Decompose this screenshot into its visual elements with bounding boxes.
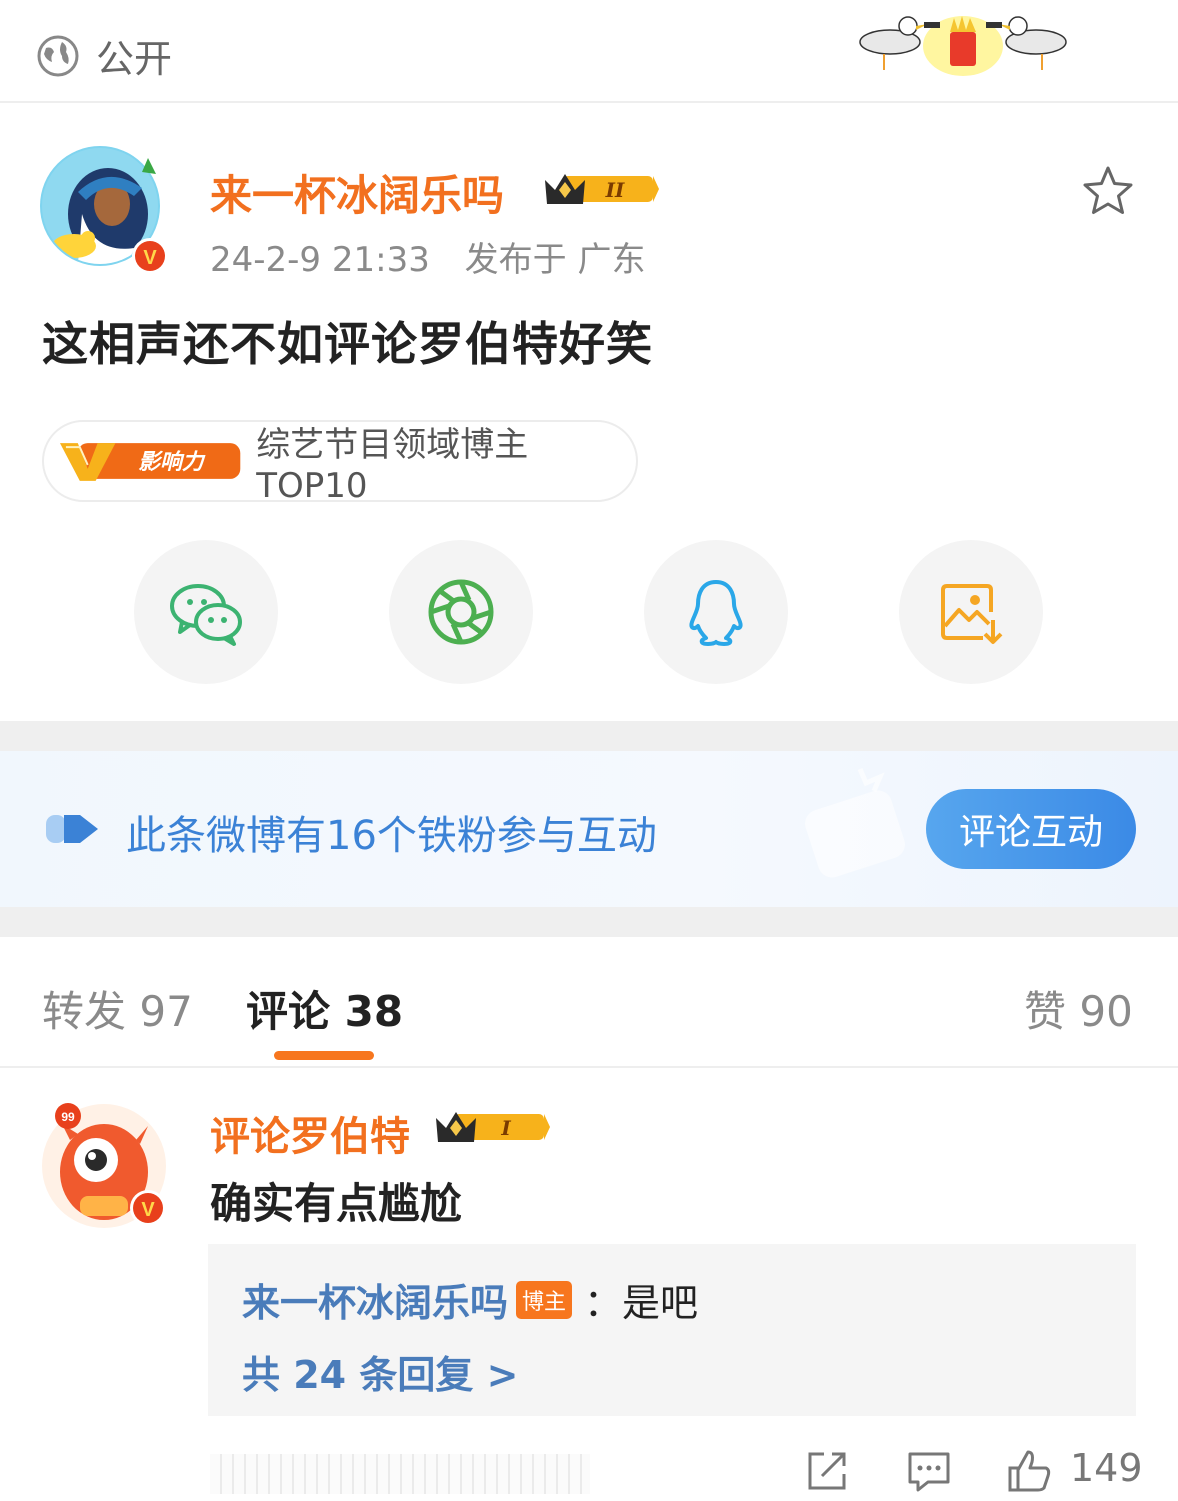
save-image-button[interactable] xyxy=(899,540,1043,684)
tab-comments[interactable]: 评论 38 xyxy=(246,978,403,1039)
comment-level-badge-text: I xyxy=(500,1116,511,1140)
obscured-text xyxy=(210,1454,590,1494)
save-image-icon xyxy=(941,584,1003,644)
post-meta: 24-2-9 21:33 发布于 广东 xyxy=(210,232,645,281)
influence-tag[interactable]: 影响力 综艺节目领域博主TOP10 xyxy=(42,420,638,506)
visibility-setting[interactable]: 公开 xyxy=(36,28,172,83)
tab-active-indicator xyxy=(274,1051,374,1060)
comment-avatar[interactable]: 99 V xyxy=(40,1100,172,1232)
avatar[interactable]: V xyxy=(38,144,170,276)
weibo-watermark-icon xyxy=(805,768,905,878)
influence-badge-text: 影响力 xyxy=(138,450,206,475)
view-replies-link[interactable]: 共 24 条回复 > xyxy=(242,1344,518,1399)
wechat-icon xyxy=(170,584,242,646)
globe-icon xyxy=(37,35,79,76)
share-wechat-button[interactable] xyxy=(134,540,278,684)
comment-text: 确实有点尴尬 xyxy=(210,1179,463,1228)
post-timestamp: 24-2-9 21:33 xyxy=(210,240,430,280)
section-divider xyxy=(0,721,1178,751)
avatar-badge-text: 99 xyxy=(61,1110,75,1124)
reply-line: 来一杯冰阔乐吗 博主 ：是吧 xyxy=(242,1272,698,1327)
influence-badge-icon: 影响力 xyxy=(59,443,241,481)
post-username[interactable]: 来一杯冰阔乐吗 xyxy=(210,162,504,223)
post-card: V 来一杯冰阔乐吗 II 24-2-9 21:33 发布于 广东 这相声还不如评… xyxy=(0,104,1178,722)
reply-preview[interactable]: 来一杯冰阔乐吗 博主 ：是吧 共 24 条回复 > xyxy=(208,1244,1136,1416)
comment-interact-button[interactable]: 评论互动 xyxy=(926,789,1136,869)
share-row xyxy=(0,540,1178,690)
moments-icon xyxy=(428,579,494,645)
star-icon[interactable] xyxy=(1080,164,1136,218)
crown-level-badge-icon: I xyxy=(436,1112,550,1142)
reply-text: ：是吧 xyxy=(584,1281,699,1325)
comment-icon[interactable] xyxy=(906,1448,952,1494)
level-badge-text: II xyxy=(605,178,625,202)
visibility-label: 公开 xyxy=(96,37,173,81)
like-count: 149 xyxy=(1070,1446,1143,1490)
tab-likes[interactable]: 赞 90 xyxy=(1024,978,1133,1039)
share-moments-button[interactable] xyxy=(389,540,533,684)
tab-reposts[interactable]: 转发 97 xyxy=(42,978,193,1039)
like-icon[interactable] xyxy=(1006,1448,1052,1494)
section-divider xyxy=(0,907,1178,937)
repost-icon[interactable] xyxy=(804,1448,850,1494)
qq-icon xyxy=(689,580,743,646)
top-bar: 公开 xyxy=(0,0,1178,103)
tab-bar: 转发 97 评论 38 赞 90 xyxy=(0,938,1178,1068)
svg-text:V: V xyxy=(141,1199,155,1221)
comment-action-bar: 149 xyxy=(0,1436,1178,1501)
share-qq-button[interactable] xyxy=(644,540,788,684)
comment-username[interactable]: 评论罗伯特 xyxy=(210,1104,410,1162)
post-location: 发布于 广东 xyxy=(464,240,646,280)
svg-text:V: V xyxy=(143,247,157,269)
post-text: 这相声还不如评论罗伯特好笑 xyxy=(42,317,653,371)
fans-interaction-banner: 此条微博有16个铁粉参与互动 评论互动 xyxy=(0,751,1178,907)
influence-label: 综艺节目领域博主TOP10 xyxy=(256,424,529,506)
author-tag: 博主 xyxy=(516,1280,573,1319)
crown-level-badge-icon: II xyxy=(545,174,659,204)
fans-banner-text: 此条微博有16个铁粉参与互动 xyxy=(126,813,657,859)
fans-arrow-icon xyxy=(46,815,98,843)
reply-username[interactable]: 来一杯冰阔乐吗 xyxy=(242,1272,508,1327)
seagull-sticker-icon xyxy=(859,16,1067,76)
